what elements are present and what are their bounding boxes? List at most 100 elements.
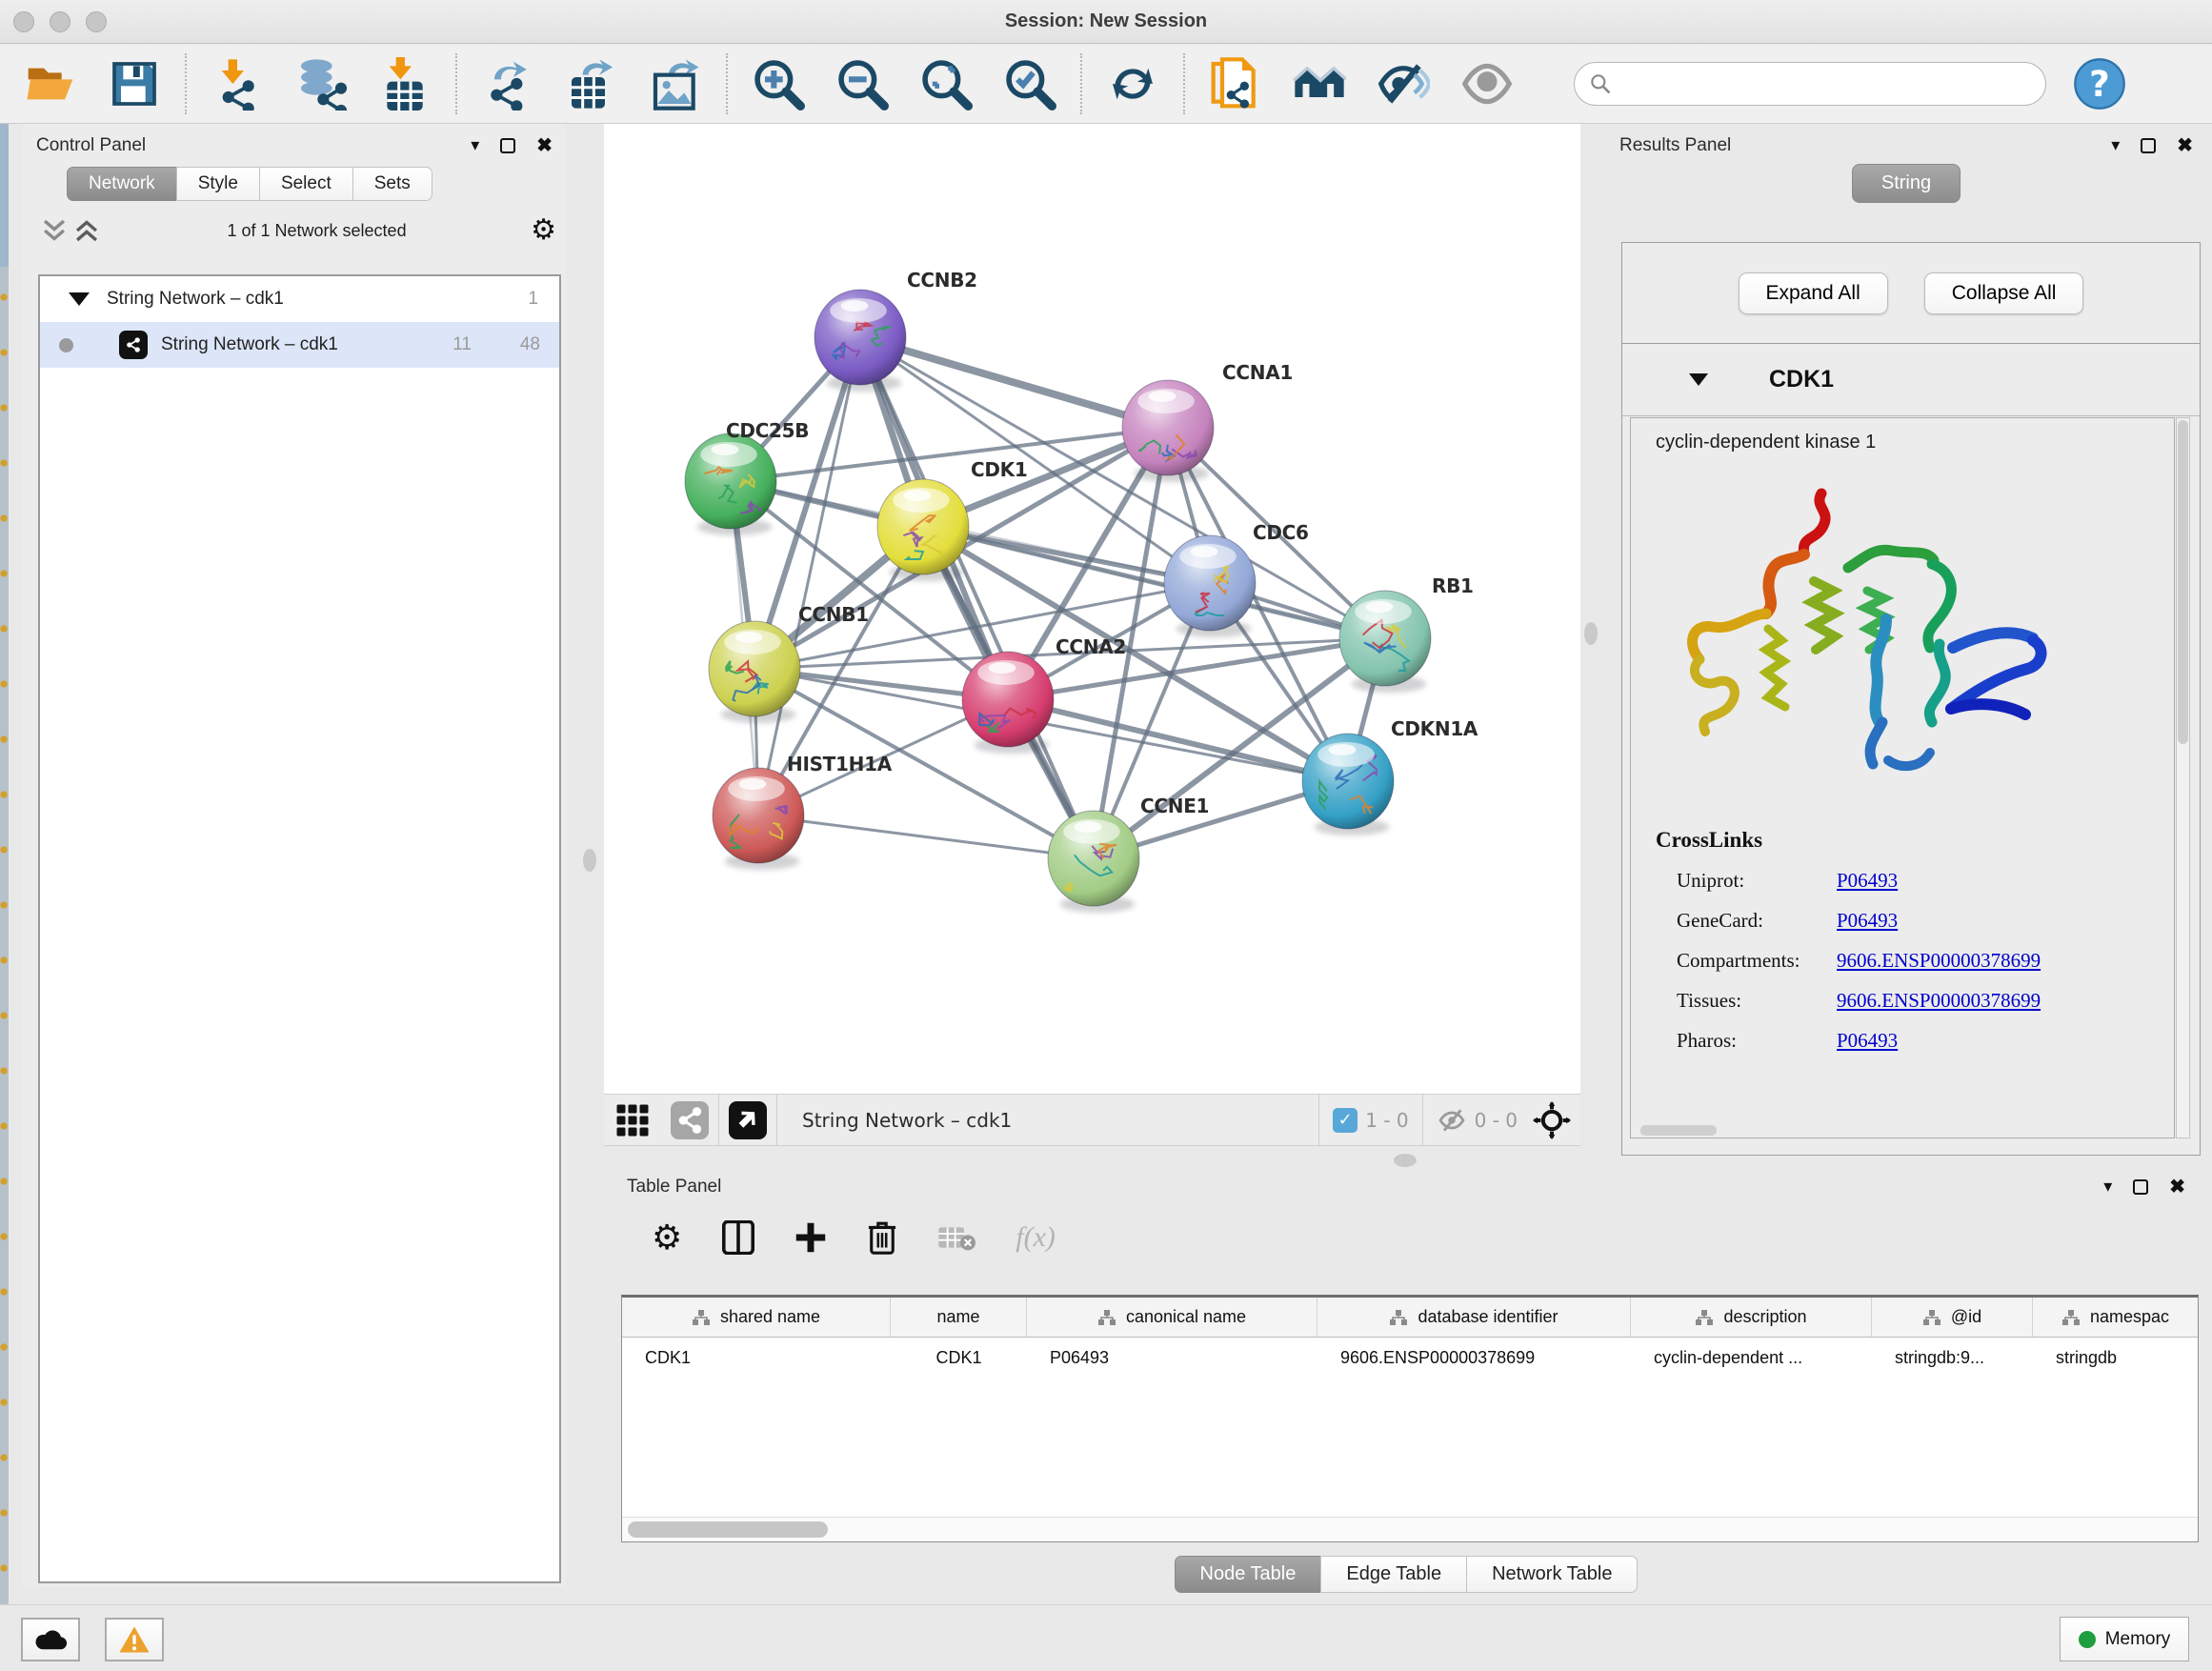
- memory-button[interactable]: Memory: [2060, 1617, 2189, 1661]
- network-node-CCNB1[interactable]: [709, 621, 800, 723]
- save-icon[interactable]: [105, 54, 164, 113]
- float-panel-icon[interactable]: [2141, 138, 2156, 153]
- table-hscrollbar[interactable]: [622, 1517, 2198, 1541]
- crosslink-link[interactable]: 9606.ENSP00000378699: [1837, 949, 2041, 973]
- vertical-splitter-handle[interactable]: [583, 849, 596, 872]
- column-header-@id[interactable]: @id: [1872, 1298, 2033, 1337]
- column-type-icon: [1389, 1309, 1408, 1326]
- network-node-RB1[interactable]: [1339, 591, 1431, 693]
- footer-separator: [718, 1095, 719, 1146]
- network-collection-row[interactable]: String Network – cdk1 1: [40, 276, 559, 322]
- column-header-description[interactable]: description: [1631, 1298, 1872, 1337]
- tab-edge-table[interactable]: Edge Table: [1320, 1556, 1467, 1593]
- grid-view-icon[interactable]: [612, 1099, 654, 1141]
- apply-layout-icon[interactable]: [1103, 54, 1162, 113]
- tab-network-table[interactable]: Network Table: [1466, 1556, 1638, 1593]
- export-image-icon[interactable]: [646, 54, 705, 113]
- float-panel-icon[interactable]: [500, 138, 515, 153]
- table-header-row: shared namenamecanonical namedatabase id…: [622, 1298, 2198, 1338]
- open-folder-icon[interactable]: [21, 54, 80, 113]
- horizontal-splitter-handle[interactable]: [1394, 1154, 1417, 1167]
- zoom-in-icon[interactable]: [749, 54, 808, 113]
- collection-expand-icon[interactable]: [69, 292, 90, 306]
- panel-menu-icon[interactable]: ▾: [2111, 135, 2120, 155]
- selected-checkbox-icon[interactable]: ✓: [1333, 1108, 1357, 1133]
- vertical-splitter-handle[interactable]: [1584, 622, 1598, 645]
- tab-select[interactable]: Select: [259, 167, 353, 201]
- tab-string[interactable]: String: [1852, 164, 1961, 203]
- import-network-icon[interactable]: [208, 54, 267, 113]
- crosslinks-title: CrossLinks: [1656, 828, 2174, 853]
- network-node-CCNA1[interactable]: [1122, 380, 1214, 482]
- column-header-database-identifier[interactable]: database identifier: [1317, 1298, 1631, 1337]
- birdseye-view-icon[interactable]: [727, 1099, 769, 1141]
- network-node-CDC6[interactable]: [1164, 535, 1256, 637]
- crosslink-link[interactable]: P06493: [1837, 869, 1898, 893]
- crosslink-label: Pharos:: [1656, 1029, 1837, 1053]
- import-database-icon[interactable]: [292, 54, 351, 113]
- results-hscrollbar[interactable]: [1640, 1125, 1717, 1136]
- protein-structure-image: [1661, 476, 2061, 791]
- network-node-CDKN1A[interactable]: [1302, 734, 1394, 836]
- crosslink-link[interactable]: P06493: [1837, 1029, 1898, 1053]
- search-input[interactable]: [1613, 74, 2045, 94]
- hide-selected-icon[interactable]: [1374, 54, 1433, 113]
- expand-all-icon[interactable]: [70, 218, 103, 243]
- float-panel-icon[interactable]: [2133, 1179, 2148, 1195]
- string-network-graph[interactable]: CCNB2CCNA1CDC25BCDK1CDC6RB1CCNB1CCNA2CDK…: [604, 124, 1580, 1094]
- network-node-CCNE1[interactable]: [1048, 811, 1139, 913]
- close-panel-icon[interactable]: ✖: [2169, 1175, 2185, 1198]
- delete-table-icon: [937, 1223, 975, 1252]
- control-panel-tabs: NetworkStyleSelectSets: [67, 167, 566, 201]
- zoom-out-icon[interactable]: [833, 54, 892, 113]
- tab-network[interactable]: Network: [67, 167, 177, 201]
- center-view-icon[interactable]: [1531, 1099, 1573, 1141]
- node-label-CDKN1A: CDKN1A: [1391, 717, 1478, 740]
- crosslink-row: GeneCard:P06493: [1656, 909, 2174, 933]
- hidden-eye-icon: [1437, 1105, 1467, 1136]
- network-node-CDC25B[interactable]: [685, 433, 776, 535]
- show-columns-icon[interactable]: [722, 1220, 754, 1255]
- column-header-shared-name[interactable]: shared name: [622, 1298, 891, 1337]
- delete-column-icon[interactable]: [867, 1219, 897, 1256]
- expand-all-button[interactable]: Expand All: [1739, 272, 1888, 314]
- help-icon[interactable]: ?: [2073, 57, 2126, 111]
- collapse-all-button[interactable]: Collapse All: [1924, 272, 2084, 314]
- first-neighbors-icon[interactable]: [1290, 54, 1349, 113]
- cloud-button[interactable]: [21, 1618, 80, 1661]
- import-table-icon[interactable]: [375, 54, 434, 113]
- close-panel-icon[interactable]: ✖: [2177, 133, 2193, 157]
- export-table-icon[interactable]: [562, 54, 621, 113]
- column-header-canonical-name[interactable]: canonical name: [1027, 1298, 1317, 1337]
- table-options-gear-icon[interactable]: ⚙: [652, 1220, 682, 1255]
- entry-collapse-icon[interactable]: [1689, 373, 1708, 386]
- crosslink-link[interactable]: P06493: [1837, 909, 1898, 933]
- zoom-fit-icon[interactable]: [916, 54, 975, 113]
- zoom-selected-icon[interactable]: [1000, 54, 1059, 113]
- table-row[interactable]: CDK1CDK1P064939606.ENSP00000378699cyclin…: [622, 1338, 2198, 1378]
- panel-menu-icon[interactable]: ▾: [2103, 1177, 2112, 1197]
- column-header-name[interactable]: name: [891, 1298, 1027, 1337]
- new-network-from-selection-icon[interactable]: [1206, 54, 1265, 113]
- warnings-button[interactable]: [105, 1618, 164, 1661]
- column-header-namespac[interactable]: namespac: [2033, 1298, 2199, 1337]
- tab-node-table[interactable]: Node Table: [1175, 1556, 1322, 1593]
- collapse-all-icon[interactable]: [38, 218, 70, 243]
- table-panel-title: Table Panel: [627, 1177, 721, 1198]
- crosslink-link[interactable]: 9606.ENSP00000378699: [1837, 989, 2041, 1013]
- results-vscrollbar[interactable]: [2176, 417, 2190, 1138]
- results-entry-cdk1: CDK1 cyclin-dependent kinase 1: [1622, 344, 2200, 1154]
- network-share-icon[interactable]: [669, 1099, 711, 1141]
- panel-menu-icon[interactable]: ▾: [471, 135, 479, 155]
- add-column-icon[interactable]: [794, 1220, 827, 1255]
- tab-sets[interactable]: Sets: [352, 167, 432, 201]
- export-network-icon[interactable]: [478, 54, 537, 113]
- network-node-HIST1H1A[interactable]: [713, 768, 804, 870]
- network-row[interactable]: String Network – cdk1 11 48: [40, 322, 559, 368]
- toolbar-search[interactable]: [1574, 62, 2046, 106]
- network-view-canvas[interactable]: CCNB2CCNA1CDC25BCDK1CDC6RB1CCNB1CCNA2CDK…: [604, 124, 1580, 1094]
- network-options-gear-icon[interactable]: ⚙: [531, 216, 556, 245]
- close-panel-icon[interactable]: ✖: [536, 133, 553, 157]
- tab-style[interactable]: Style: [176, 167, 260, 201]
- network-node-count: 11: [452, 334, 472, 355]
